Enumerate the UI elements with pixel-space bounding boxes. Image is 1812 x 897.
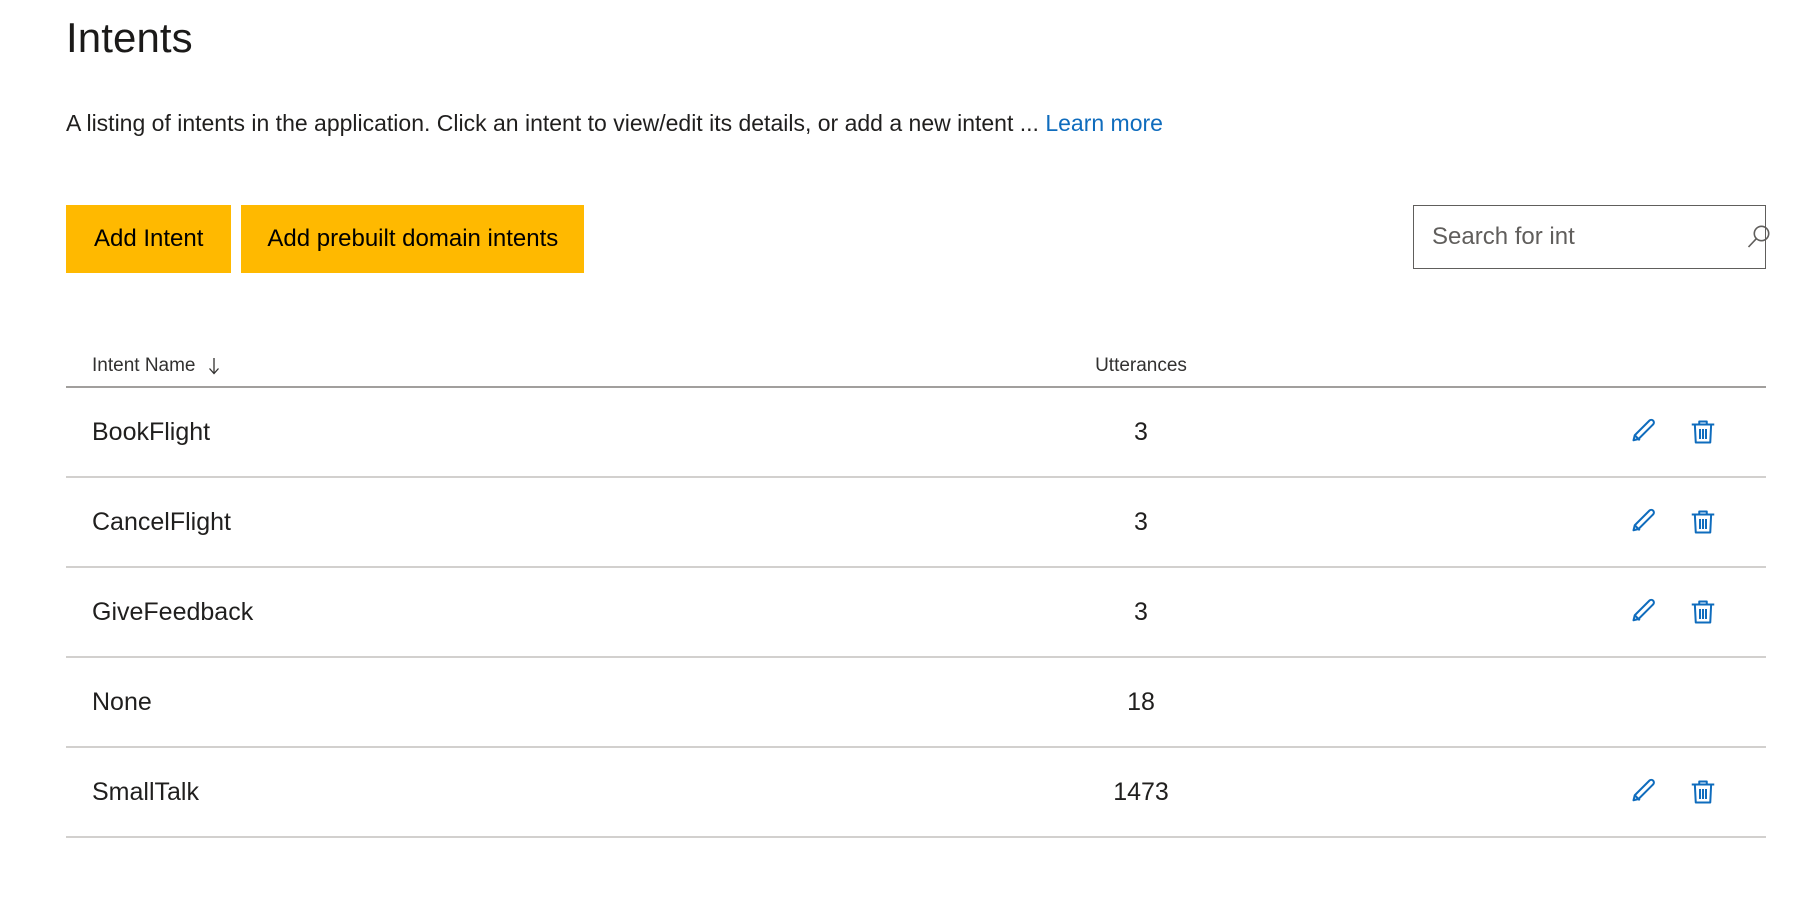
- cell-utterances: 3: [1134, 507, 1148, 536]
- table-row[interactable]: CancelFlight 3: [66, 478, 1766, 568]
- cell-intent-name: CancelFlight: [92, 507, 231, 536]
- table-row[interactable]: GiveFeedback 3: [66, 568, 1766, 658]
- search-input[interactable]: [1432, 206, 1742, 268]
- command-bar: Add Intent Add prebuilt domain intents: [66, 205, 1770, 273]
- row-actions: [1271, 595, 1766, 629]
- intents-page: Intents A listing of intents in the appl…: [0, 0, 1812, 897]
- table-header-row: Intent Name Utterances: [66, 330, 1766, 388]
- cell-intent-name: BookFlight: [92, 417, 211, 446]
- page-description: A listing of intents in the application.…: [66, 108, 1163, 138]
- pencil-icon[interactable]: [1626, 595, 1660, 629]
- table-row[interactable]: BookFlight 3: [66, 388, 1766, 478]
- page-title: Intents: [66, 14, 193, 61]
- add-intent-button[interactable]: Add Intent: [66, 205, 232, 273]
- intents-table: Intent Name Utterances BookFlight 3 Canc…: [66, 330, 1766, 838]
- row-actions: [1271, 505, 1766, 539]
- column-header-utterances[interactable]: Utterances: [1011, 354, 1271, 378]
- cell-utterances: 18: [1127, 687, 1155, 716]
- search-box[interactable]: [1413, 205, 1770, 269]
- cell-intent-name: None: [92, 687, 152, 716]
- table-row[interactable]: None 18: [66, 658, 1766, 748]
- page-description-text: A listing of intents in the application.…: [66, 110, 1046, 136]
- column-header-intent-name[interactable]: Intent Name: [66, 354, 1011, 378]
- trash-icon[interactable]: [1686, 775, 1720, 809]
- row-actions: [1271, 775, 1766, 809]
- pencil-icon[interactable]: [1626, 415, 1660, 449]
- command-bar-buttons: Add Intent Add prebuilt domain intents: [66, 205, 585, 273]
- learn-more-link[interactable]: Learn more: [1045, 110, 1163, 136]
- row-actions: [1271, 415, 1766, 449]
- column-header-intent-name-label: Intent Name: [92, 355, 196, 376]
- pencil-icon[interactable]: [1626, 505, 1660, 539]
- cell-utterances: 3: [1134, 597, 1148, 626]
- search-icon[interactable]: [1742, 220, 1776, 254]
- trash-icon[interactable]: [1686, 415, 1720, 449]
- trash-icon[interactable]: [1686, 595, 1720, 629]
- sort-descending-icon: [206, 356, 222, 376]
- cell-utterances: 3: [1134, 417, 1148, 446]
- add-prebuilt-domain-intents-button[interactable]: Add prebuilt domain intents: [241, 205, 585, 273]
- trash-icon[interactable]: [1686, 505, 1720, 539]
- table-row[interactable]: SmallTalk 1473: [66, 748, 1766, 838]
- cell-intent-name: SmallTalk: [92, 777, 199, 806]
- pencil-icon[interactable]: [1626, 775, 1660, 809]
- cell-intent-name: GiveFeedback: [92, 597, 254, 626]
- cell-utterances: 1473: [1113, 777, 1169, 806]
